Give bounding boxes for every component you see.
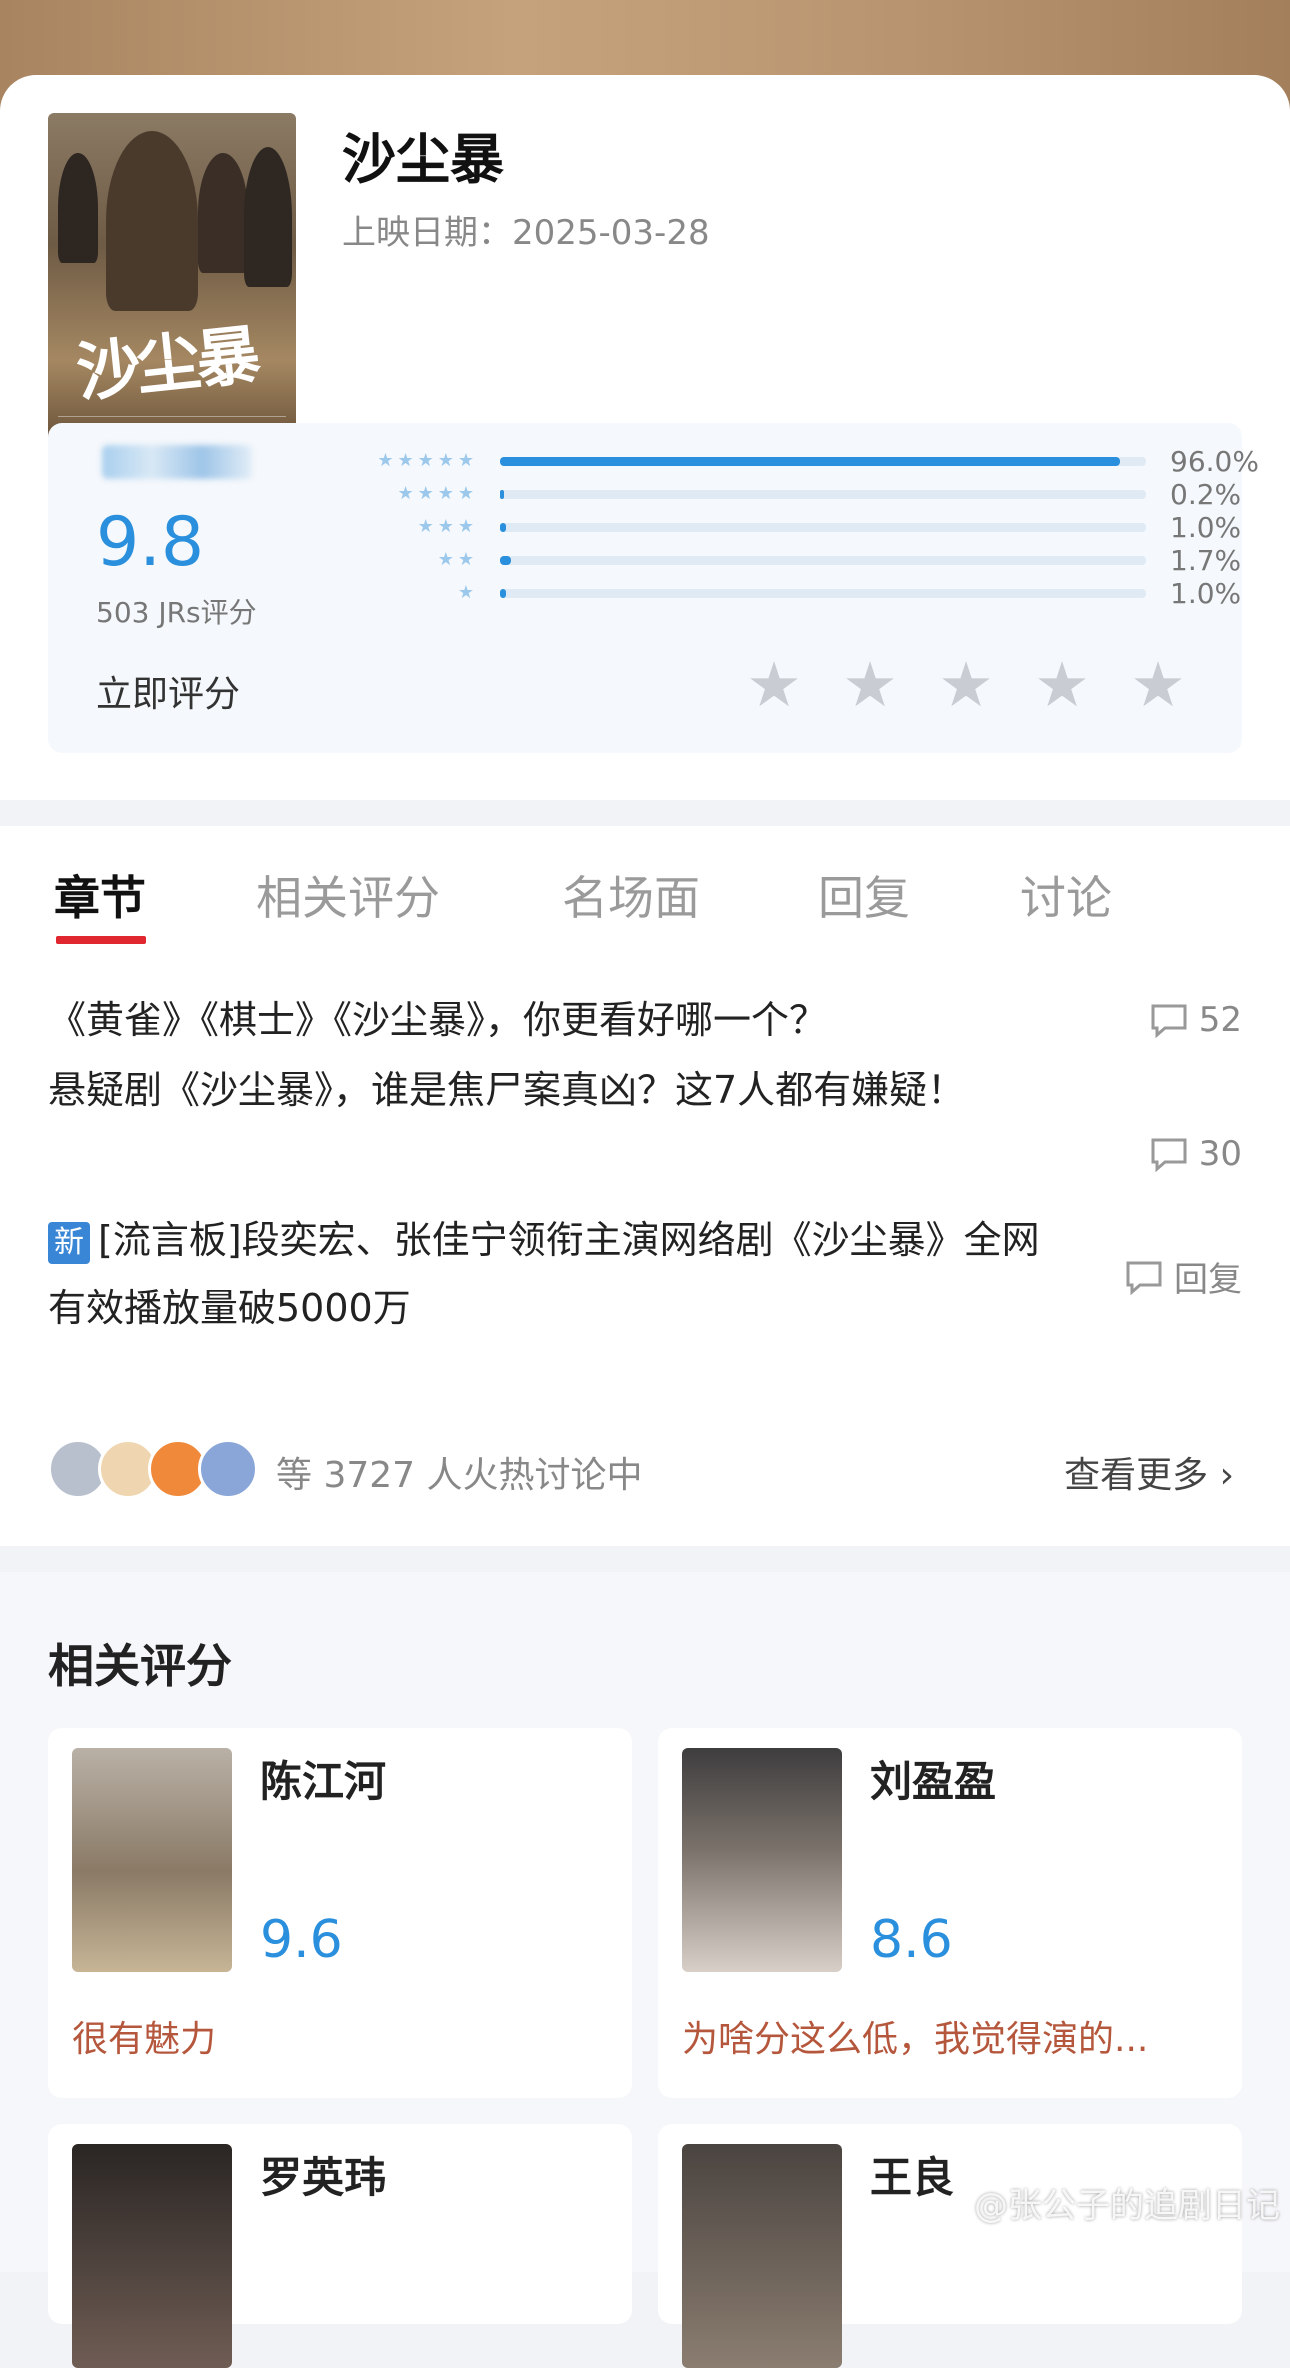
rate-now-button[interactable]: 立即评分 xyxy=(96,665,240,717)
comment-count[interactable]: 30 xyxy=(1149,1134,1242,1174)
person-name: 王良 xyxy=(870,2153,955,2202)
poster-title: 沙尘暴 xyxy=(73,317,261,412)
person-photo xyxy=(682,2144,842,2368)
rating-row-5: ★★★★★ 96.0% xyxy=(308,445,1268,478)
average-score: 9.8 xyxy=(96,503,205,582)
rating-percent: 0.2% xyxy=(1170,478,1242,511)
person-name: 刘盈盈 xyxy=(870,1757,997,1806)
star-icon-group: ★★★ xyxy=(417,516,478,537)
rating-bar-track xyxy=(500,589,1146,598)
rating-percent: 1.0% xyxy=(1170,511,1242,544)
comment-count[interactable]: 52 xyxy=(1149,1000,1242,1040)
person-name: 陈江河 xyxy=(260,1757,387,1806)
rating-bar-track xyxy=(500,490,1146,499)
avatar xyxy=(198,1439,258,1499)
person-card[interactable]: 刘盈盈 8.6 为啥分这么低，我觉得演的... xyxy=(658,1728,1242,2098)
rating-row-4: ★★★★ 0.2% xyxy=(308,478,1268,511)
star-icon-group: ★ xyxy=(457,582,478,603)
rating-bar-fill xyxy=(500,523,507,532)
star-icon-group: ★★★★★ xyxy=(377,450,478,471)
release-date: 上映日期：2025-03-28 xyxy=(342,213,710,253)
rating-panel: 9.8 503 JRs评分 ★★★★★ 96.0% ★★★★ 0.2% ★★★ 1.0% ★… xyxy=(48,423,1259,753)
rating-bar-track xyxy=(500,523,1146,532)
thread-list: 《黄雀》《棋士》《沙尘暴》，你更看好哪一个？ 52 悬疑剧《沙尘暴》，谁是焦尸案… xyxy=(0,946,1290,1546)
rating-bar-fill xyxy=(500,556,511,565)
tab-discussion[interactable]: 讨论 xyxy=(1020,862,1112,928)
rating-bar-fill xyxy=(500,589,507,598)
tab-famous-scenes[interactable]: 名场面 xyxy=(562,862,700,928)
section-title: 相关评分 xyxy=(48,1639,232,1693)
new-badge: 新 xyxy=(48,1221,90,1264)
rating-percent: 96.0% xyxy=(1170,445,1259,478)
thread-item[interactable]: 《黄雀》《棋士》《沙尘暴》，你更看好哪一个？ xyxy=(48,986,1048,1054)
poster-image[interactable]: 沙尘暴 xyxy=(48,113,296,443)
star-icon-group: ★★ xyxy=(437,549,478,570)
blurred-label xyxy=(102,445,252,479)
tab-bar: 章节 相关评分 名场面 回复 讨论 xyxy=(0,826,1290,947)
comment-icon xyxy=(1126,1261,1162,1295)
star-icon[interactable]: ★ xyxy=(744,654,804,716)
active-tab-indicator xyxy=(56,936,146,944)
related-ratings-section: 相关评分 陈江河 9.6 很有魅力 刘盈盈 8.6 为啥分这么低，我觉得演的..… xyxy=(0,1572,1290,2368)
participant-avatars xyxy=(48,1439,258,1499)
person-score: 8.6 xyxy=(870,1910,953,1970)
discussion-count: 等 3727 人火热讨论中 xyxy=(276,1455,643,1496)
person-photo xyxy=(72,1748,232,1972)
reply-link[interactable]: 回复 xyxy=(1124,1252,1242,1301)
show-title: 沙尘暴 xyxy=(342,128,504,191)
rating-bar-fill xyxy=(500,490,504,499)
rating-percent: 1.0% xyxy=(1170,577,1242,610)
star-icon[interactable]: ★ xyxy=(936,654,996,716)
person-score: 9.6 xyxy=(260,1910,343,1970)
tab-replies[interactable]: 回复 xyxy=(818,862,910,928)
tab-chapters[interactable]: 章节 xyxy=(54,862,146,928)
person-quote: 为啥分这么低，我觉得演的... xyxy=(682,2019,1149,2060)
comment-icon xyxy=(1151,1138,1187,1172)
rating-bar-fill xyxy=(500,457,1121,466)
view-more-link[interactable]: 查看更多 › xyxy=(1064,1446,1234,1498)
rating-percent: 1.7% xyxy=(1170,544,1242,577)
person-photo xyxy=(72,2144,232,2368)
star-icon-group: ★★★★ xyxy=(397,483,478,504)
person-photo xyxy=(682,1748,842,1972)
person-name: 罗英玮 xyxy=(260,2153,387,2202)
person-quote: 很有魅力 xyxy=(72,2019,217,2060)
tab-related-ratings[interactable]: 相关评分 xyxy=(256,862,440,928)
rating-row-1: ★ 1.0% xyxy=(308,577,1268,610)
rate-stars: ★ ★ ★ ★ ★ xyxy=(744,654,1188,716)
comment-icon xyxy=(1151,1004,1187,1038)
star-icon[interactable]: ★ xyxy=(1032,654,1092,716)
rating-row-2: ★★ 1.7% xyxy=(308,544,1268,577)
chevron-right-icon: › xyxy=(1219,1455,1234,1496)
show-info-card: 沙尘暴 沙尘暴 上映日期：2025-03-28 9.8 503 JRs评分 ★★… xyxy=(0,75,1290,800)
person-card[interactable]: 陈江河 9.6 很有魅力 xyxy=(48,1728,632,2098)
thread-item[interactable]: 悬疑剧《沙尘暴》，谁是焦尸案真凶？这7人都有嫌疑！ xyxy=(48,1056,1068,1124)
rating-row-3: ★★★ 1.0% xyxy=(308,511,1268,544)
rating-bar-track xyxy=(500,457,1146,466)
person-card[interactable]: 罗英玮 xyxy=(48,2124,632,2368)
watermark: @张公子的追剧日记 xyxy=(974,2186,1280,2226)
star-icon[interactable]: ★ xyxy=(1128,654,1188,716)
rating-bar-track xyxy=(500,556,1146,565)
star-icon[interactable]: ★ xyxy=(840,654,900,716)
thread-item[interactable]: 新 [流言板]段奕宏、张佳宁领衔主演网络剧《沙尘暴》全网有效播放量破5000万 xyxy=(48,1206,1068,1342)
rating-count: 503 JRs评分 xyxy=(96,596,257,629)
